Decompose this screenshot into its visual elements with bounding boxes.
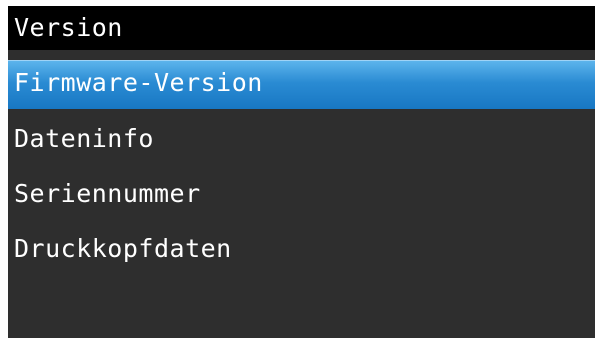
menu-item-druckkopfdaten[interactable]: Druckkopfdaten bbox=[8, 225, 595, 280]
menu-item-label: Seriennummer bbox=[14, 179, 201, 208]
menu-item-dateninfo[interactable]: Dateninfo bbox=[8, 115, 595, 170]
menu-item-label: Dateninfo bbox=[14, 124, 154, 153]
title-bar: Version bbox=[8, 6, 595, 50]
version-menu: Firmware-Version Dateninfo Seriennummer … bbox=[8, 60, 595, 280]
menu-item-seriennummer[interactable]: Seriennummer bbox=[8, 170, 595, 225]
menu-item-firmware-version[interactable]: Firmware-Version bbox=[8, 60, 595, 109]
device-frame: Version Firmware-Version Dateninfo Serie… bbox=[0, 0, 603, 338]
lcd-screen: Version Firmware-Version Dateninfo Serie… bbox=[8, 6, 595, 338]
menu-item-label: Firmware-Version bbox=[14, 68, 263, 97]
screen-title: Version bbox=[14, 13, 123, 42]
menu-item-label: Druckkopfdaten bbox=[14, 234, 232, 263]
